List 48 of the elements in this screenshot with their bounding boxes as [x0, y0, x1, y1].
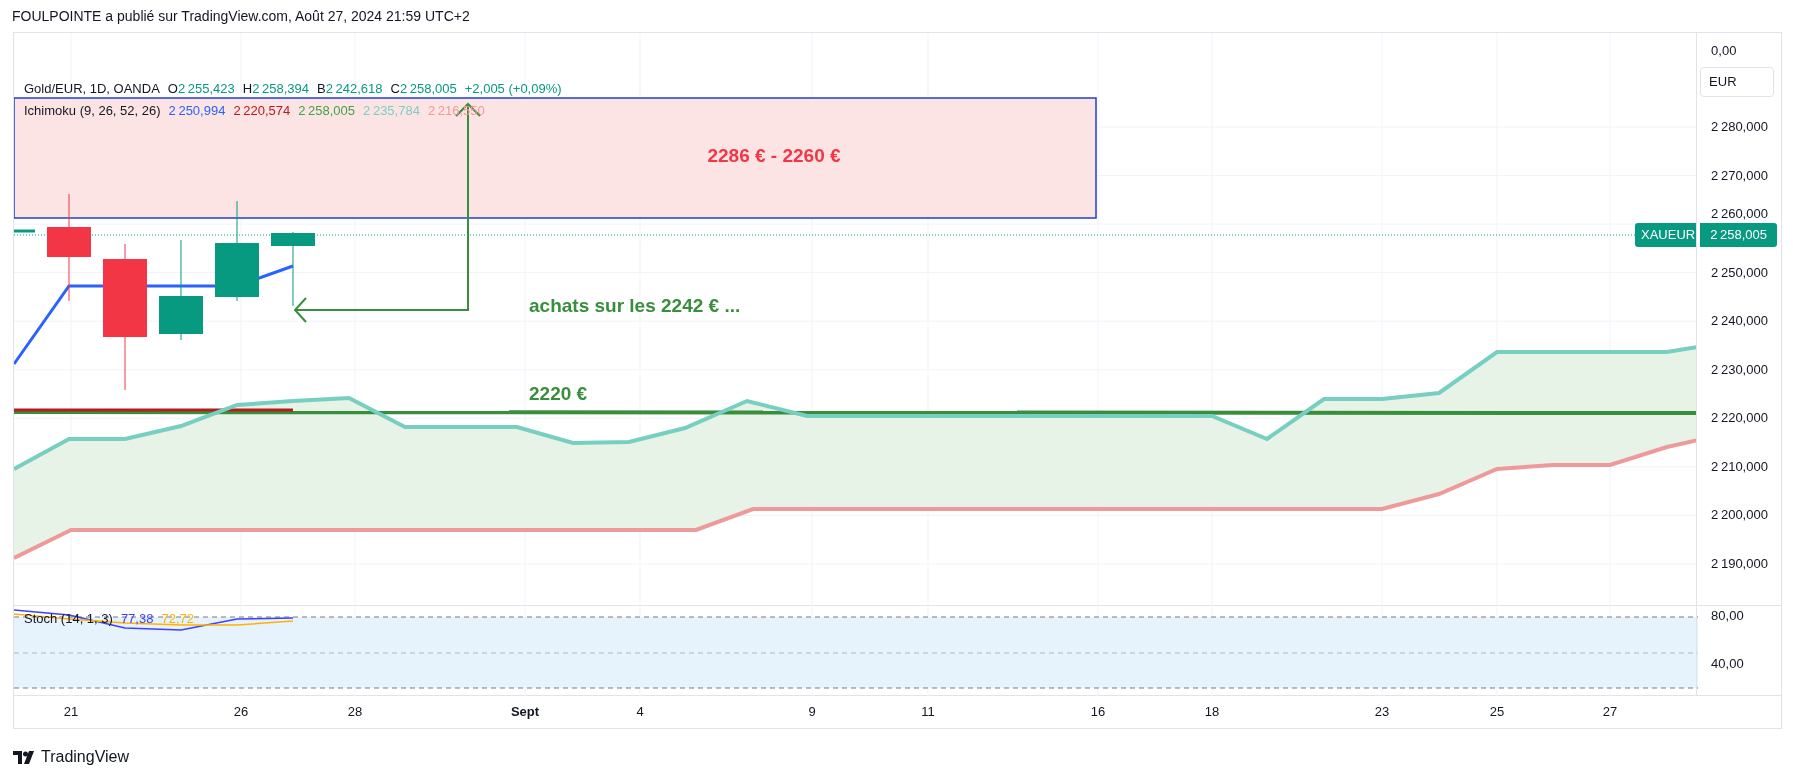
time-tick: 25 — [1489, 704, 1505, 720]
indicator-value: 72,72 — [161, 610, 194, 628]
chart-note: 2220 € — [529, 382, 588, 406]
price-tick: 2 190,000 — [1711, 555, 1768, 572]
chart-note: achats sur les 2242 € ... — [529, 294, 741, 318]
publish-info: FOULPOINTE a publié sur TradingView.com, Août 27, 2024 21:59 UTC+2 — [12, 6, 470, 26]
time-tick: 27 — [1602, 704, 1618, 720]
ohlc-value: H2 258,394 — [242, 80, 309, 98]
logo-icon — [13, 750, 35, 764]
symbol-title: Gold/EUR, 1D, OANDA — [24, 80, 160, 98]
time-tick: 21 — [63, 704, 79, 720]
indicator-line — [14, 229, 35, 233]
symbol-label: XAUEUR — [1635, 223, 1697, 247]
indicator-value: 77,38 — [120, 610, 154, 628]
ohlc-value: O2 255,423 — [167, 80, 235, 98]
axis-label: 40,00 — [1711, 656, 1744, 672]
price-tick: 2 280,000 — [1711, 119, 1768, 135]
price-tick: 2 270,000 — [1711, 167, 1768, 184]
time-tick: Sept — [510, 704, 540, 720]
time-tick: 9 — [808, 704, 816, 720]
price-tick: 2 200,000 — [1711, 507, 1768, 524]
price-tick: 2 220,000 — [1711, 410, 1768, 427]
time-tick: 4 — [636, 704, 644, 720]
price-tick: 2 240,000 — [1711, 313, 1768, 330]
time-tick: 11 — [921, 704, 935, 720]
ohlc-value: B2 242,618 — [317, 80, 383, 98]
price-change: +2,005 (+0,09%) — [464, 80, 562, 98]
price-tick: 2 230,000 — [1711, 361, 1768, 378]
brand-name: TradingView — [41, 747, 130, 767]
time-tick: 18 — [1204, 704, 1220, 720]
price-tick: 2 260,000 — [1711, 206, 1768, 223]
indicator-value: 2 220,574 — [233, 102, 291, 120]
time-tick: 23 — [1374, 704, 1390, 720]
axis-label: 0,00 — [1711, 42, 1737, 60]
indicator-value: 2 250,994 — [168, 102, 226, 120]
ohlc-value: C2 258,005 — [390, 80, 457, 98]
time-tick: 28 — [347, 704, 363, 720]
last-price-label: 2 258,005 — [1699, 223, 1778, 247]
axis-label: 80,00 — [1711, 608, 1744, 624]
indicator-value: 2 235,784 — [363, 102, 420, 120]
indicator-value: 2 258,005 — [298, 102, 356, 120]
time-tick: 16 — [1090, 704, 1106, 720]
time-tick: 26 — [233, 704, 249, 720]
price-tick: 2 210,000 — [1711, 458, 1768, 475]
indicator-title: Ichimoku (9, 26, 52, 26) — [24, 102, 161, 120]
price-tick: 2 250,000 — [1711, 264, 1768, 281]
currency-button[interactable]: EUR — [1700, 67, 1775, 97]
zone-label: 2286 € - 2260 € — [707, 144, 841, 168]
